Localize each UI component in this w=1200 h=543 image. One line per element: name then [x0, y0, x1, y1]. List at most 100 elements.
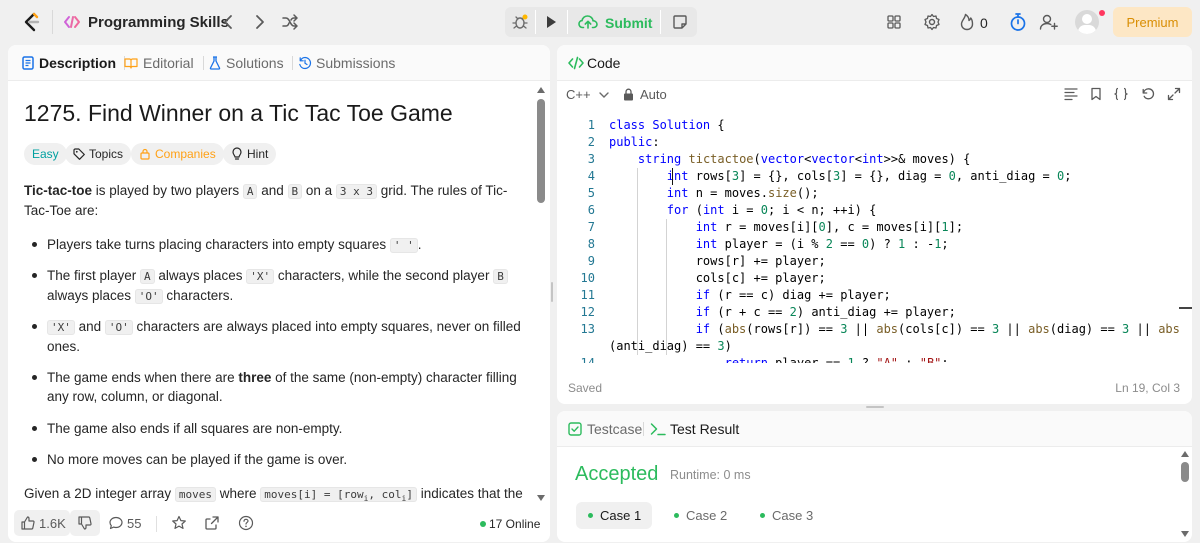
- add-user-icon[interactable]: [1039, 13, 1059, 31]
- description-icon: [22, 56, 34, 70]
- comment-count: 55: [127, 516, 142, 531]
- submit-button[interactable]: Submit: [569, 7, 657, 37]
- scroll-down-icon[interactable]: [1181, 531, 1189, 537]
- scrollbar-thumb[interactable]: [1181, 462, 1189, 482]
- code-line: string tictactoe(vector<vector<int>>& mo…: [637, 152, 971, 166]
- fire-icon[interactable]: [958, 13, 976, 31]
- bold-term: Tic-tac-toe: [24, 183, 93, 198]
- indent-guide: [637, 168, 638, 355]
- case-pass-dot: [674, 513, 679, 518]
- code-line: if (r == c) diag += player;: [695, 288, 891, 302]
- format-icon[interactable]: [1064, 87, 1078, 101]
- lightbulb-icon: [232, 147, 242, 160]
- difficulty-badge[interactable]: Easy: [24, 143, 67, 165]
- code-editor[interactable]: 1 2 3 4 5 6 7 8 9 10 11 12 13 14 class Solution { pub…: [557, 115, 1192, 363]
- scrollbar-thumb[interactable]: [537, 99, 545, 203]
- like-button[interactable]: 1.6K: [14, 510, 70, 536]
- chevron-down-icon[interactable]: [599, 91, 609, 99]
- reset-icon[interactable]: [1141, 87, 1155, 101]
- case-label: Case 3: [772, 508, 814, 523]
- help-icon[interactable]: [238, 515, 254, 531]
- tab-description[interactable]: Description: [39, 55, 116, 71]
- inline-code: 'X': [246, 269, 275, 284]
- tab-testcase[interactable]: Testcase: [587, 421, 642, 437]
- code-line: public:: [609, 135, 660, 149]
- rule-item: The game also ends if all squares are no…: [32, 419, 522, 438]
- line-number: 3: [587, 152, 595, 166]
- line-number: 8: [587, 237, 595, 251]
- tab-test-result[interactable]: Test Result: [670, 421, 739, 437]
- problem-intro: Tic-tac-toe is played by two players A a…: [24, 183, 508, 218]
- description-scrollbar[interactable]: [535, 87, 547, 505]
- star-icon[interactable]: [171, 515, 187, 531]
- chevron-right-icon[interactable]: [252, 14, 266, 30]
- problem-list-label[interactable]: Programming Skills: [88, 14, 229, 31]
- timer-icon[interactable]: [1009, 12, 1027, 32]
- hint-chip[interactable]: Hint: [223, 143, 277, 165]
- rule-item: 'X' and 'O' characters are always placed…: [32, 317, 522, 356]
- scroll-up-icon[interactable]: [537, 87, 545, 93]
- scroll-up-icon[interactable]: [1181, 451, 1189, 457]
- line-number: 5: [587, 186, 595, 200]
- notification-dot: [1099, 10, 1105, 16]
- code-header: Code: [557, 45, 1192, 81]
- test-scrollbar[interactable]: [1179, 451, 1191, 539]
- tag-icon: [73, 148, 85, 160]
- tab-editorial[interactable]: Editorial: [143, 55, 194, 71]
- case-tab-2[interactable]: Case 2: [662, 502, 738, 529]
- tab-code[interactable]: Code: [587, 55, 620, 71]
- inline-code: moves: [174, 487, 216, 502]
- cloud-upload-icon: [578, 15, 598, 29]
- tab-submissions[interactable]: Submissions: [316, 55, 395, 71]
- online-count: 17 Online: [489, 517, 541, 531]
- gear-icon[interactable]: [923, 13, 941, 31]
- notes-icon[interactable]: [672, 14, 688, 30]
- run-icon[interactable]: [543, 14, 559, 30]
- dislike-button[interactable]: [70, 510, 100, 536]
- case-label: Case 1: [600, 508, 642, 523]
- leetcode-logo[interactable]: [20, 11, 42, 33]
- divider: [292, 56, 293, 70]
- companies-chip[interactable]: Companies: [131, 143, 224, 165]
- avatar[interactable]: [1075, 10, 1099, 34]
- code-line: int n = moves.size();: [666, 186, 819, 200]
- panel-resize-handle[interactable]: [866, 406, 884, 408]
- code-icon: [568, 56, 584, 70]
- case-tab-3[interactable]: Case 3: [748, 502, 824, 529]
- scroll-down-icon[interactable]: [537, 495, 545, 501]
- comment-icon[interactable]: [109, 516, 123, 530]
- result-status: Accepted: [575, 463, 659, 485]
- divider: [660, 10, 661, 34]
- thumbs-up-icon: [21, 516, 35, 530]
- share-icon[interactable]: [204, 515, 220, 531]
- problem-title: 1275. Find Winner on a Tic Tac Toe Game: [24, 100, 453, 126]
- braces-icon[interactable]: [1113, 87, 1129, 101]
- bookmark-icon[interactable]: [1090, 87, 1102, 101]
- cursor-position: Ln 19, Col 3: [1115, 381, 1180, 395]
- inline-code: 'O': [104, 320, 133, 335]
- topics-chip[interactable]: Topics: [65, 143, 132, 165]
- line-number: 10: [580, 271, 595, 285]
- inline-code: moves[i] = [rowi, coli]: [260, 487, 417, 503]
- companies-label: Companies: [155, 147, 216, 161]
- line-number: 9: [587, 254, 595, 268]
- debug-icon[interactable]: [511, 13, 529, 31]
- layout-icon[interactable]: [886, 14, 902, 30]
- divider: [156, 516, 157, 532]
- divider: [203, 56, 204, 70]
- description-tabs: Description Editorial Solutions Submissi…: [8, 45, 550, 81]
- chevron-left-icon[interactable]: [222, 14, 236, 30]
- divider: [567, 10, 568, 34]
- language-select[interactable]: C++: [566, 87, 591, 102]
- code-line: rows[r] += player;: [695, 254, 826, 268]
- expand-icon[interactable]: [1167, 87, 1181, 101]
- shuffle-icon[interactable]: [281, 13, 299, 31]
- premium-button[interactable]: Premium: [1113, 7, 1192, 37]
- description-footer: 1.6K 55 17 Online: [8, 507, 550, 542]
- tab-solutions[interactable]: Solutions: [226, 55, 284, 71]
- mode-label[interactable]: Auto: [640, 87, 667, 102]
- case-tab-1[interactable]: Case 1: [576, 502, 652, 529]
- panel-resize-handle[interactable]: [551, 282, 553, 302]
- top-bar: Programming Skills Submit 0 Premium: [0, 0, 1200, 44]
- rule-item: The game ends when there are three of th…: [32, 368, 522, 406]
